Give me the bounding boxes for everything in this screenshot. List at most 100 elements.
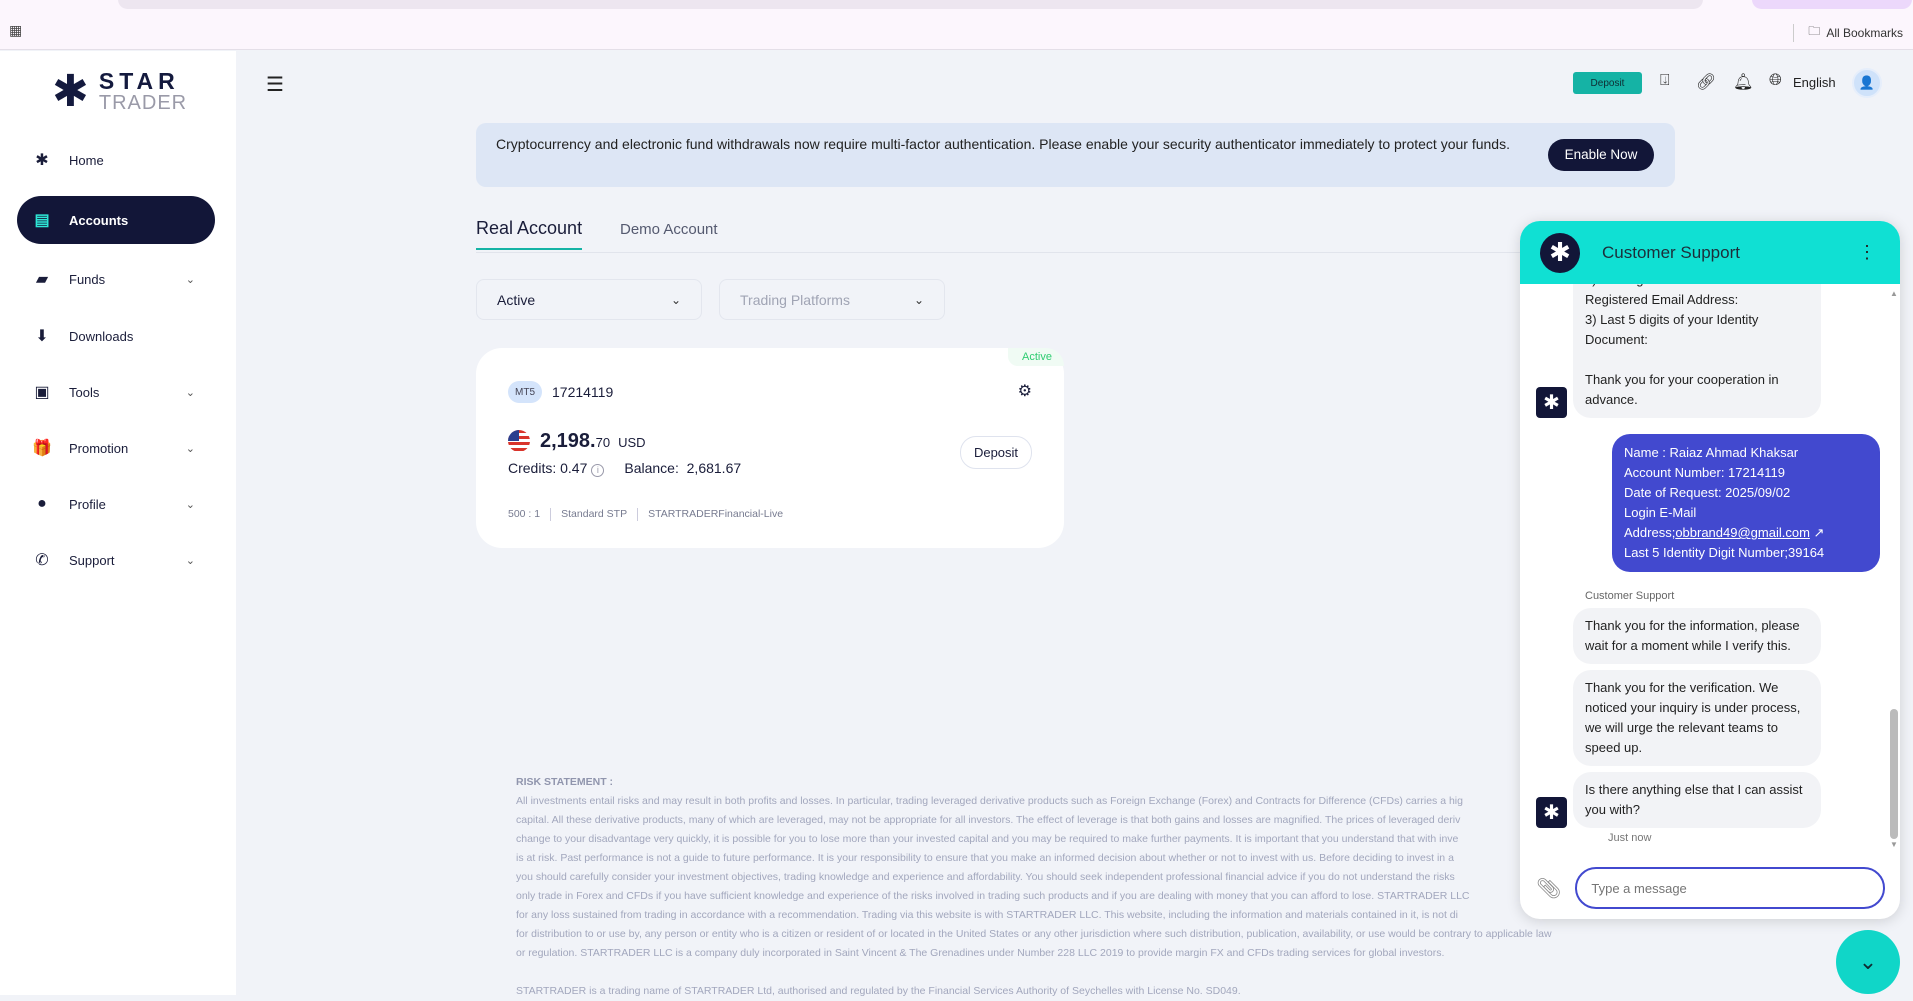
sidebar-item-profile[interactable]: ● Profile ⌄ [17, 480, 215, 528]
chat-scrollbar[interactable]: ▲ ▼ [1890, 289, 1898, 849]
risk-line: you should carefully consider your inves… [516, 871, 1455, 883]
tab-real-account[interactable]: Real Account [476, 218, 583, 250]
sidebar-item-label: Home [69, 152, 104, 168]
sidebar-item-label: Support [69, 552, 115, 568]
chat-message-bot: ✱2) Trading Account Number or Registered… [1520, 284, 1892, 418]
message-text: Thank you for the information, please wa… [1573, 608, 1821, 664]
bell-icon[interactable]: 🔔︎ [1733, 72, 1753, 92]
account-number: 17214119 [552, 384, 614, 400]
banner-text: Cryptocurrency and electronic fund withd… [496, 136, 1510, 152]
sidebar-item-tools[interactable]: ▣ Tools ⌄ [17, 368, 215, 416]
sidebar-item-label: Accounts [69, 212, 129, 228]
logo[interactable]: ✱ STAR TRADER [52, 67, 188, 116]
info-icon[interactable]: i [591, 464, 605, 477]
chat-toggle-button[interactable]: ⌄ [1836, 930, 1900, 994]
menu-toggle-icon[interactable]: ☰ [266, 72, 284, 97]
risk-line: for distribution to or use by, any perso… [516, 928, 1552, 940]
brand-line2: TRADER [98, 92, 188, 114]
user-icon: ● [37, 495, 47, 512]
sidebar-item-promotion[interactable]: 🎁 Promotion ⌄ [17, 424, 215, 472]
risk-line: only trade in Forex and CFDs if you have… [516, 890, 1470, 902]
status-dropdown[interactable]: Active ⌄ [476, 279, 702, 320]
external-link-icon: ↗ [1813, 525, 1825, 540]
sidebar-item-home[interactable]: ✱ Home [17, 136, 215, 184]
message-text: Thank you for the verification. We notic… [1573, 670, 1821, 766]
bookmarks-label: All Bookmarks [1826, 25, 1903, 40]
risk-line: or regulation. STARTRADER LLC is a compa… [516, 947, 1445, 959]
download-icon: ⬇ [35, 328, 49, 345]
risk-line: All investments entail risks and may res… [516, 795, 1463, 807]
credits-row: Credits: 0.47 i Balance: 2,681.67 [508, 460, 741, 477]
user-line: Date of Request: 2025/09/02 [1624, 485, 1791, 500]
balance-value: 2,681.67 [686, 460, 742, 476]
sidebar-item-label: Funds [69, 271, 106, 287]
sidebar-item-support[interactable]: ✆ Support ⌄ [17, 536, 215, 584]
user-line: Account Number: 17214119 [1624, 465, 1785, 480]
account-card: Active MT5 17214119 ⚙ 2,198.70 USD Credit… [476, 348, 1064, 548]
link-icon[interactable]: 🔗︎ [1696, 72, 1716, 92]
sidebar-item-label: Tools [69, 384, 100, 400]
bot-avatar-icon: ✱ [1536, 797, 1567, 828]
message-text: 2) Trading Account Number or Registered … [1573, 284, 1821, 418]
email-link[interactable]: obbrand49@gmail.com [1675, 525, 1810, 540]
credits-value: 0.47 [560, 460, 588, 476]
tab-demo-account[interactable]: Demo Account [620, 221, 718, 247]
sidebar-item-accounts[interactable]: ▤ Accounts [17, 196, 215, 244]
enable-now-button[interactable]: Enable Now [1548, 139, 1654, 171]
star-logo-icon: ✱ [52, 67, 89, 116]
risk-heading: RISK STATEMENT : [516, 776, 614, 788]
chat-message-bot: Thank you for the verification. We notic… [1520, 670, 1892, 766]
risk-line: is at risk. Past performance is not a gu… [516, 852, 1454, 864]
chat-widget: ✱ Customer Support ⋮ ✱2) Trading Account… [1520, 221, 1900, 919]
currency: USD [618, 435, 646, 450]
chevron-down-icon: ⌄ [670, 292, 681, 307]
equity: 2,198.70 USD [540, 430, 646, 453]
globe-icon[interactable]: 🌐︎ [1769, 72, 1782, 90]
avatar[interactable]: 👤 [1852, 68, 1882, 98]
chevron-down-icon: ⌄ [185, 386, 195, 399]
message-text: Is there anything else that I can assist… [1573, 772, 1821, 828]
chevron-down-icon: ⌄ [185, 442, 195, 455]
user-line: Last 5 Identity Digit Number;39164 [1624, 545, 1825, 560]
brand-line1: STAR [98, 68, 180, 94]
gift-icon: 🎁 [32, 440, 52, 457]
header-deposit-button[interactable]: Deposit [1573, 72, 1642, 94]
sidebar-item-funds[interactable]: ▰ Funds ⌄ [17, 255, 215, 303]
account-deposit-button[interactable]: Deposit [960, 436, 1032, 469]
paperclip-icon[interactable]: 📎︎ [1536, 876, 1561, 901]
sidebar-item-label: Downloads [69, 328, 134, 344]
browser-profile[interactable] [1752, 0, 1912, 9]
star-logo-icon: ✱ [1540, 232, 1580, 273]
platform-dropdown[interactable]: Trading Platforms ⌄ [719, 279, 945, 320]
risk-statement: RISK STATEMENT : All investments entail … [516, 773, 1636, 1001]
chat-title: Customer Support [1602, 242, 1740, 262]
chevron-down-icon: ⌄ [185, 273, 195, 286]
risk-line: change to your disadvantage very quickly… [516, 833, 1459, 845]
phone-icon: ✆ [35, 552, 49, 569]
chat-message-user: Name : Raiaz Ahmad Khaksar Account Numbe… [1520, 434, 1892, 572]
message-input[interactable] [1575, 867, 1886, 909]
equity-int: 2,198. [540, 430, 596, 452]
address-bar[interactable] [118, 0, 1703, 9]
mfa-banner: Cryptocurrency and electronic fund withd… [476, 123, 1675, 187]
chat-messages[interactable]: ✱2) Trading Account Number or Registered… [1520, 284, 1892, 854]
platform-placeholder: Trading Platforms [740, 291, 850, 308]
platform-badge: MT5 [508, 381, 542, 403]
risk-line: capital. All these derivative products, … [516, 814, 1461, 826]
language-selector[interactable]: English [1793, 75, 1836, 90]
bot-avatar-icon: ✱ [1536, 387, 1567, 418]
gear-icon[interactable]: ⚙ [1018, 381, 1032, 401]
leverage: 500 : 1 [508, 508, 541, 520]
account-tabs: Real Account Demo Account [476, 218, 1520, 253]
user-line: Login E-Mail [1624, 505, 1697, 520]
sender-label: Customer Support [1585, 590, 1675, 602]
download-icon[interactable]: ⍗ [1660, 72, 1670, 90]
apps-icon[interactable]: ▦ [9, 22, 22, 39]
star-icon: ✱ [35, 152, 49, 169]
balance-label: Balance: [624, 460, 679, 476]
sidebar-item-downloads[interactable]: ⬇ Downloads [17, 312, 215, 360]
all-bookmarks[interactable]: 🗀 All Bookmarks [1793, 22, 1903, 43]
sidebar-item-label: Profile [69, 496, 106, 512]
clipboard-icon: ▤ [34, 212, 50, 229]
more-vert-icon[interactable]: ⋮ [1858, 242, 1876, 263]
